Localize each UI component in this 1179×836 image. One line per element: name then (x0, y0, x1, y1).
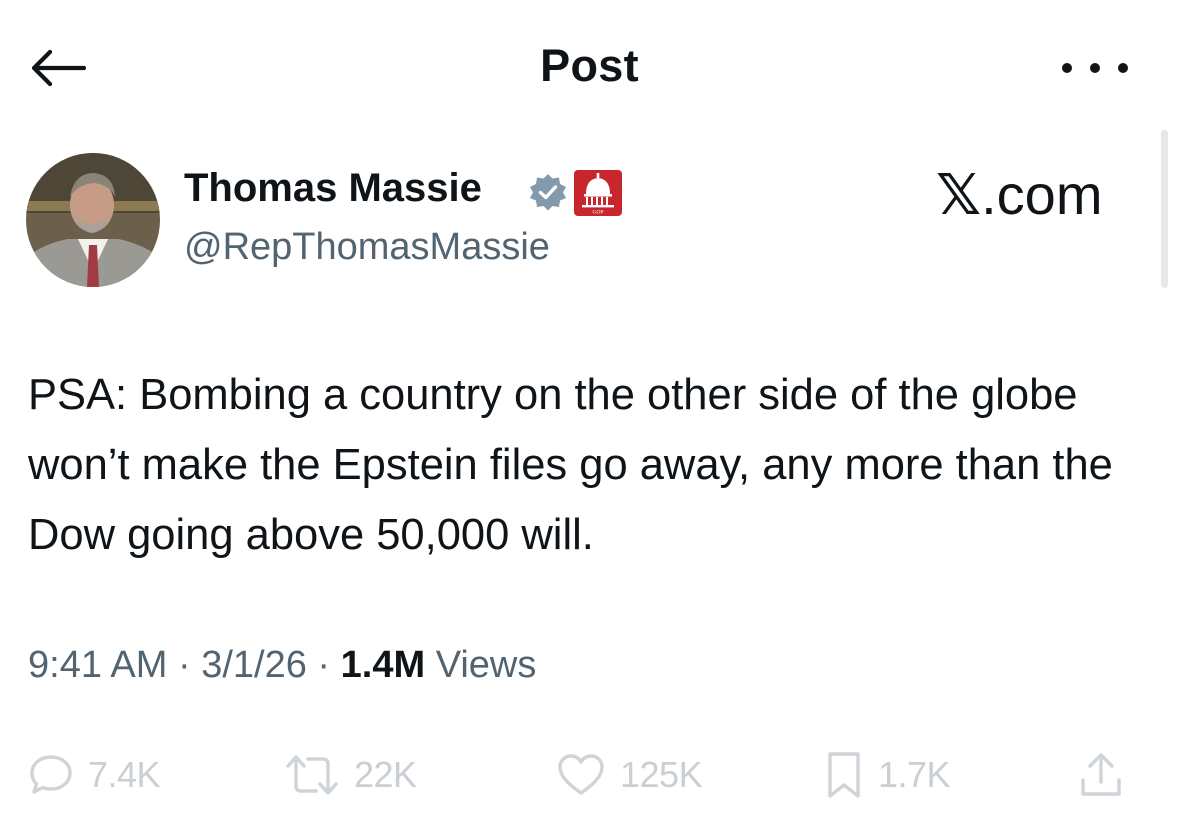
x-logo-icon: 𝕏 (936, 163, 982, 228)
reply-count: 7.4K (88, 754, 161, 795)
heart-icon (558, 754, 604, 795)
post-date[interactable]: 3/1/26 (201, 644, 307, 686)
more-dot (1118, 63, 1128, 73)
post-meta: 9:41 AM · 3/1/26 · 1.4M Views (28, 644, 536, 687)
author-name[interactable]: Thomas Massie (184, 166, 482, 211)
like-count: 125K (620, 754, 703, 795)
post-time[interactable]: 9:41 AM (28, 644, 167, 686)
repost-button[interactable]: 22K (284, 745, 417, 805)
more-dots-icon (1062, 63, 1072, 73)
bookmark-icon (828, 752, 860, 798)
like-button[interactable]: 125K (556, 745, 703, 805)
avatar[interactable] (26, 153, 160, 287)
reply-icon (30, 755, 72, 794)
meta-separator: · (317, 644, 331, 686)
share-button[interactable] (1078, 745, 1124, 805)
views-label: Views (435, 644, 537, 686)
repost-count: 22K (354, 754, 417, 795)
bookmark-count: 1.7K (878, 754, 951, 795)
reply-button[interactable]: 7.4K (28, 745, 161, 805)
post-text: PSA: Bombing a country on the other side… (28, 371, 1113, 559)
badge-caption: GOP (592, 210, 603, 216)
avatar-photo (26, 153, 160, 287)
bookmark-button[interactable]: 1.7K (824, 745, 951, 805)
house-gop-badge[interactable]: GOP (574, 170, 622, 216)
author-handle[interactable]: @RepThomasMassie (184, 226, 550, 269)
meta-separator: · (177, 644, 191, 686)
page-title: Post (540, 40, 639, 91)
repost-icon (286, 755, 338, 795)
scroll-indicator[interactable] (1161, 130, 1168, 288)
verified-badge-icon (530, 174, 566, 211)
more-dot (1090, 63, 1100, 73)
more-button[interactable] (1062, 54, 1128, 82)
source-watermark: 𝕏.com (936, 162, 1102, 228)
capitol-dome-icon: GOP (582, 173, 614, 216)
source-domain: .com (981, 163, 1103, 226)
share-icon (1081, 753, 1121, 796)
views-count: 1.4M (340, 644, 426, 686)
